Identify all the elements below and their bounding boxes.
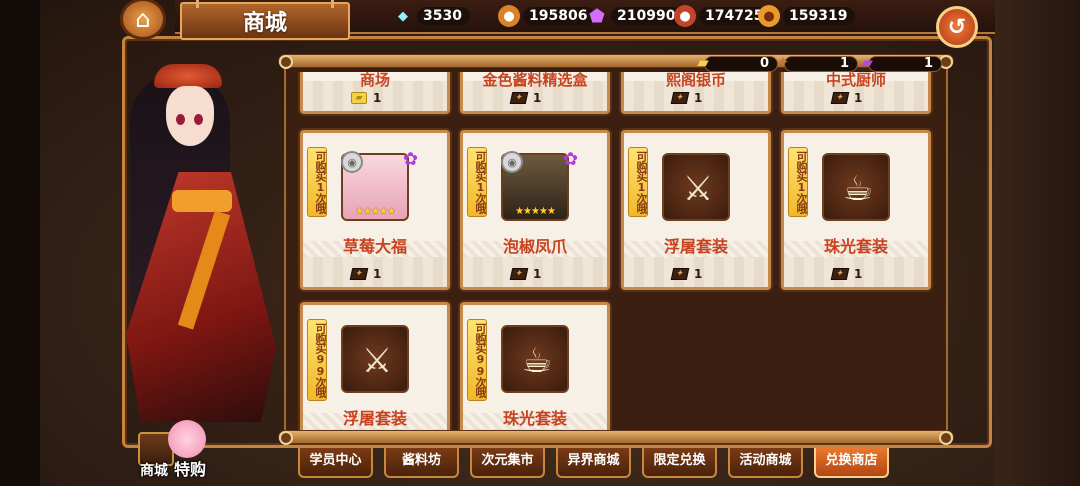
back-arrow-icon: ↺: [947, 14, 967, 40]
shop-card-futu-outfit[interactable]: 可购买1次哦 ⚔ 浮屠套装 ✦ 1: [621, 130, 771, 290]
item-grid[interactable]: 商场 ▰ 1 金色酱料精选盒 ✦ 1 熙阁银币 ✦ 1 中式厨师 ✦ 1 可购买1次哦 …: [294, 72, 944, 432]
shop-card-strawberry-daifuku[interactable]: 可购买1次哦 ★★★★★ ◉ ✿ 草莓大福 ✦ 1: [300, 130, 450, 290]
special-purchase-button[interactable]: 商城 特购: [136, 418, 214, 479]
character-illustration: [124, 42, 284, 462]
bottom-rail: [278, 430, 954, 445]
token-purple: ▰ 1: [861, 53, 942, 73]
purchase-limit-badge: 可购买99次哦: [307, 319, 327, 401]
tab-sauce-workshop[interactable]: 酱料坊: [384, 448, 459, 478]
gold-ticket-icon: ▰: [351, 92, 367, 104]
dark-ticket-icon: ✦: [830, 268, 850, 280]
tab-student-center[interactable]: 学员中心: [298, 448, 373, 478]
page-title: 商城: [180, 0, 350, 40]
tab-otherworld-shop[interactable]: 异界商城: [556, 448, 631, 478]
purchase-limit-badge: 可购买1次哦: [307, 147, 327, 217]
resource-bottle: ● 195806: [498, 5, 596, 27]
shop-card[interactable]: 熙阁银币 ✦ 1: [621, 72, 771, 114]
purchase-limit-badge: 可购买1次哦: [788, 147, 808, 217]
outfit-icon: ⚔: [361, 341, 393, 381]
right-letterbox: [994, 0, 1080, 486]
purple-gem-icon: ✿: [403, 149, 419, 170]
tea-set-item-image: ☕: [822, 153, 890, 221]
dark-ticket-icon: ✦: [670, 268, 690, 280]
shop-screen: ⌂ 商城 ◆ 3530 ● 195806 ⬟ 210990 ● 174725 ●…: [0, 0, 1080, 486]
resource-crystal: ⬟ 210990: [586, 5, 684, 27]
gold-ticket-icon: ▰: [697, 53, 709, 71]
outfit-icon: ⚔: [682, 169, 714, 209]
bunny-mascot-icon: [168, 420, 206, 458]
pot-icon: ●: [758, 5, 780, 27]
element-badge-icon: ◉: [501, 151, 523, 173]
purple-ticket-icon: ▰: [861, 53, 873, 71]
shop-card-pickled-chicken-feet[interactable]: 可购买1次哦 ★★★★★ ◉ ✿ 泡椒凤爪 ✦ 1: [460, 130, 610, 290]
tab-exchange-shop[interactable]: 兑换商店: [814, 448, 889, 478]
dark-ticket-icon: ✦: [509, 92, 529, 104]
dark-ticket-icon: ✦: [830, 92, 850, 104]
tab-limited-exchange[interactable]: 限定兑换: [642, 448, 717, 478]
home-icon: ⌂: [135, 5, 151, 33]
purchase-limit-badge: 可购买1次哦: [467, 147, 487, 217]
dark-ticket-icon: ✦: [776, 53, 790, 71]
dark-ticket-icon: ✦: [670, 92, 690, 104]
crystal-icon: ⬟: [589, 5, 605, 27]
left-letterbox: [0, 0, 40, 486]
purchase-limit-badge: 可购买99次哦: [467, 319, 487, 401]
resource-meat: ● 174725: [674, 5, 772, 27]
element-badge-icon: ◉: [341, 151, 363, 173]
outfit-item-image: ⚔: [662, 153, 730, 221]
dark-ticket-icon: ✦: [509, 268, 529, 280]
tea-set-icon: ☕: [521, 341, 553, 381]
bottle-icon: ●: [498, 5, 520, 27]
dark-ticket-icon: ✦: [349, 268, 369, 280]
shop-tabs: 学员中心 酱料坊 次元集市 异界商城 限定兑换 活动商城 兑换商店: [298, 448, 889, 478]
resource-pot: ● 159319: [758, 5, 856, 27]
tab-dimension-market[interactable]: 次元集市: [470, 448, 545, 478]
resource-diamond: ◆ 3530: [392, 5, 470, 27]
purple-gem-icon: ✿: [563, 149, 579, 170]
shop-card-futu-outfit[interactable]: 可购买99次哦 ⚔ 浮屠套装 ✦1: [300, 302, 450, 432]
token-dark: ✦ 1: [777, 53, 858, 73]
shop-card-pearl-outfit[interactable]: 可购买99次哦 ☕ 珠光套装 ✦1: [460, 302, 610, 432]
back-button[interactable]: ↺: [936, 6, 978, 48]
diamond-icon: ◆: [398, 8, 408, 24]
shop-card-pearl-outfit[interactable]: 可购买1次哦 ☕ 珠光套装 ✦ 1: [781, 130, 931, 290]
purchase-limit-badge: 可购买1次哦: [628, 147, 648, 217]
shop-card[interactable]: 金色酱料精选盒 ✦ 1: [460, 72, 610, 114]
shop-card[interactable]: 商场 ▰ 1: [300, 72, 450, 114]
outfit-item-image: ⚔: [341, 325, 409, 393]
tab-event-shop[interactable]: 活动商城: [728, 448, 803, 478]
shop-card[interactable]: 中式厨师 ✦ 1: [781, 72, 931, 114]
tea-set-item-image: ☕: [501, 325, 569, 393]
home-button[interactable]: ⌂: [120, 0, 166, 40]
token-gold: ▰ 0: [697, 53, 778, 73]
meat-icon: ●: [674, 5, 696, 27]
tea-set-icon: ☕: [842, 169, 874, 209]
